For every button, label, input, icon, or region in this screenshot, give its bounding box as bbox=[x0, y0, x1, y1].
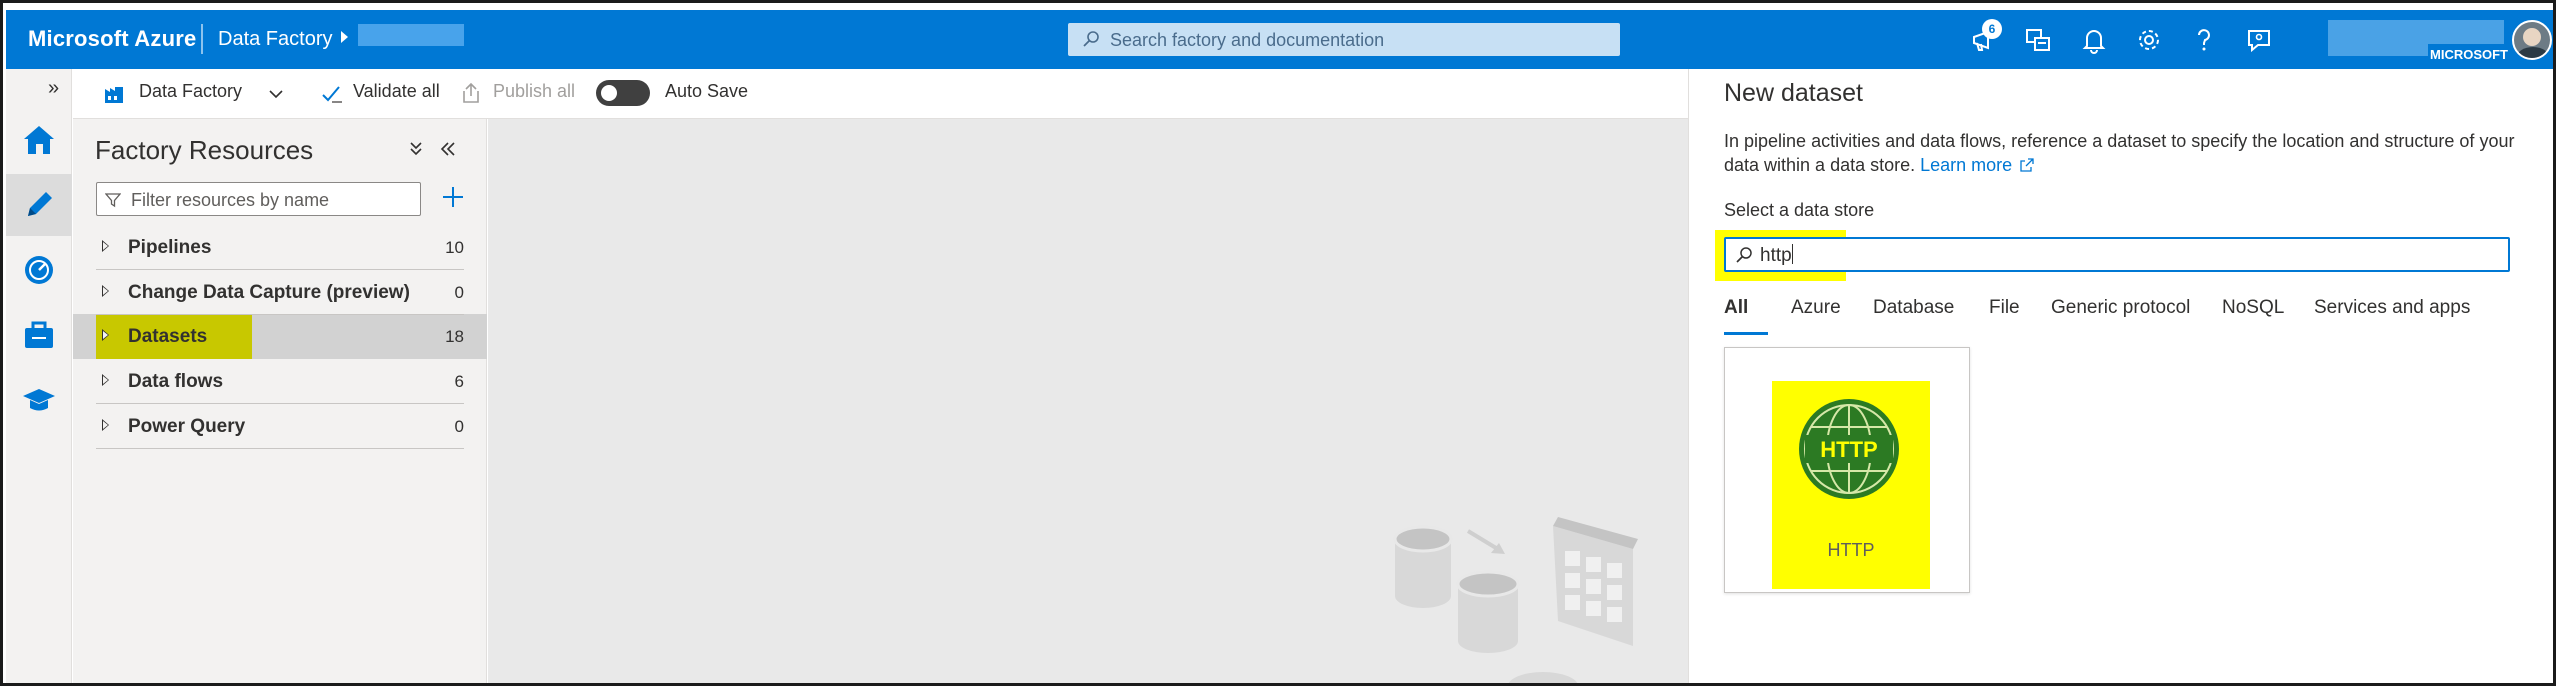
factory-icon bbox=[105, 87, 123, 103]
resource-count: 6 bbox=[454, 372, 464, 391]
auto-save-toggle[interactable] bbox=[596, 80, 650, 106]
monitor-gauge-icon bbox=[25, 256, 53, 284]
resource-label: Pipelines bbox=[128, 237, 212, 258]
filter-placeholder: Filter resources by name bbox=[131, 190, 330, 210]
caret-right-icon[interactable] bbox=[102, 285, 109, 297]
resource-count: 0 bbox=[454, 283, 464, 302]
external-link-icon bbox=[2020, 158, 2034, 172]
collapse-all-icon[interactable] bbox=[408, 139, 424, 159]
new-dataset-panel: New dataset In pipeline activities and d… bbox=[1688, 69, 2553, 683]
graduation-cap-icon bbox=[23, 389, 55, 411]
learn-more-link[interactable]: Learn more bbox=[1920, 155, 2035, 175]
home-icon bbox=[24, 126, 54, 154]
caret-right-icon[interactable] bbox=[102, 240, 109, 252]
resource-row-datasets[interactable]: Datasets 18 bbox=[96, 314, 464, 359]
resource-count: 18 bbox=[445, 327, 464, 346]
tab-database[interactable]: Database bbox=[1873, 297, 1954, 319]
global-search-input[interactable]: Search factory and documentation bbox=[1068, 23, 1620, 56]
http-data-store-tile[interactable]: HTTP HTTP bbox=[1724, 347, 1970, 593]
search-icon bbox=[1736, 247, 1752, 263]
factory-name-redacted bbox=[358, 24, 464, 46]
tab-services-and-apps[interactable]: Services and apps bbox=[2314, 297, 2470, 319]
auto-save-label: Auto Save bbox=[665, 81, 749, 101]
pencil-icon bbox=[28, 192, 52, 216]
authoring-toolbar: Data Factory Validate all Publish all Au… bbox=[73, 69, 1688, 119]
factory-resources-pane: Factory Resources Filter resources by na… bbox=[73, 119, 487, 683]
resource-row-data-flows[interactable]: Data flows 6 bbox=[96, 359, 464, 404]
active-tab-underline bbox=[1724, 332, 1768, 335]
search-value: http bbox=[1760, 245, 1792, 266]
expand-nav-icon[interactable]: » bbox=[48, 77, 59, 100]
left-nav-rail: » bbox=[6, 69, 72, 683]
help-icon[interactable] bbox=[2187, 23, 2221, 57]
select-data-store-label: Select a data store bbox=[1724, 200, 1875, 220]
app-frame: Microsoft Azure Data Factory Search fact… bbox=[0, 0, 2556, 686]
filter-resources-input[interactable]: Filter resources by name bbox=[96, 182, 421, 216]
http-globe-icon: HTTP bbox=[1799, 399, 1899, 499]
validate-all-button[interactable]: Validate all bbox=[353, 81, 440, 102]
nav-learning[interactable] bbox=[6, 369, 72, 431]
search-icon bbox=[1083, 31, 1099, 47]
tab-nosql[interactable]: NoSQL bbox=[2222, 297, 2284, 319]
resource-row-pipelines[interactable]: Pipelines 10 bbox=[96, 225, 464, 270]
chevron-down-icon[interactable] bbox=[269, 89, 283, 99]
resource-label: Datasets bbox=[128, 326, 208, 347]
feedback-icon[interactable] bbox=[2242, 23, 2276, 57]
top-bar: Microsoft Azure Data Factory Search fact… bbox=[6, 10, 2553, 69]
data-store-search-input[interactable]: http bbox=[1724, 237, 2510, 272]
publish-all-button[interactable]: Publish all bbox=[493, 81, 575, 102]
nav-monitor[interactable] bbox=[6, 239, 72, 301]
resource-label: Change Data Capture (preview) bbox=[128, 282, 410, 303]
new-dataset-description: In pipeline activities and data flows, r… bbox=[1724, 129, 2524, 177]
toolbox-icon bbox=[25, 321, 53, 348]
resource-row-power-query[interactable]: Power Query 0 bbox=[96, 404, 464, 449]
brand-name[interactable]: Microsoft Azure bbox=[28, 26, 196, 52]
gear-icon[interactable] bbox=[2132, 23, 2166, 57]
breadcrumb-data-factory[interactable]: Data Factory bbox=[218, 28, 332, 51]
nav-author[interactable] bbox=[6, 174, 72, 236]
tab-file[interactable]: File bbox=[1989, 297, 2020, 319]
factory-resources-title: Factory Resources bbox=[95, 135, 314, 165]
tab-generic-protocol[interactable]: Generic protocol bbox=[2051, 297, 2190, 319]
nav-home[interactable] bbox=[6, 109, 72, 171]
data-pipeline-illustration-icon bbox=[1393, 517, 1638, 683]
publish-icon bbox=[463, 82, 479, 103]
switch-directory-icon[interactable] bbox=[2021, 23, 2055, 57]
notification-count-badge: 6 bbox=[1982, 19, 2002, 39]
collapse-pane-icon[interactable] bbox=[438, 139, 458, 159]
description-text: In pipeline activities and data flows, r… bbox=[1724, 131, 2515, 175]
caret-right-icon[interactable] bbox=[102, 329, 109, 341]
account-detail-redacted bbox=[2328, 44, 2428, 56]
chevron-right-icon[interactable] bbox=[341, 31, 348, 43]
tab-all[interactable]: All bbox=[1724, 297, 1748, 319]
validate-check-icon bbox=[322, 86, 342, 103]
bell-icon[interactable] bbox=[2077, 23, 2111, 57]
resource-count: 0 bbox=[454, 417, 464, 436]
filter-icon bbox=[105, 193, 121, 208]
factory-selector[interactable]: Data Factory bbox=[139, 81, 242, 102]
avatar[interactable] bbox=[2512, 20, 2552, 60]
resource-count: 10 bbox=[445, 238, 464, 257]
brand-separator bbox=[201, 24, 203, 54]
search-placeholder: Search factory and documentation bbox=[1110, 30, 1385, 50]
resource-label: Power Query bbox=[128, 416, 246, 437]
add-resource-icon[interactable] bbox=[435, 179, 471, 215]
resource-label: Data flows bbox=[128, 371, 224, 392]
caret-right-icon[interactable] bbox=[102, 374, 109, 386]
resource-row-change-data-capture[interactable]: Change Data Capture (preview) 0 bbox=[96, 270, 464, 315]
new-dataset-title: New dataset bbox=[1724, 79, 1863, 107]
http-tile-label: HTTP bbox=[1827, 540, 1875, 560]
tab-azure[interactable]: Azure bbox=[1791, 297, 1841, 319]
account-org: MICROSOFT bbox=[2430, 47, 2508, 62]
caret-right-icon[interactable] bbox=[102, 419, 109, 431]
authoring-canvas bbox=[488, 119, 1688, 683]
nav-manage[interactable] bbox=[6, 304, 72, 366]
account-name-redacted bbox=[2328, 20, 2504, 44]
http-logo-text: HTTP bbox=[1820, 437, 1877, 462]
